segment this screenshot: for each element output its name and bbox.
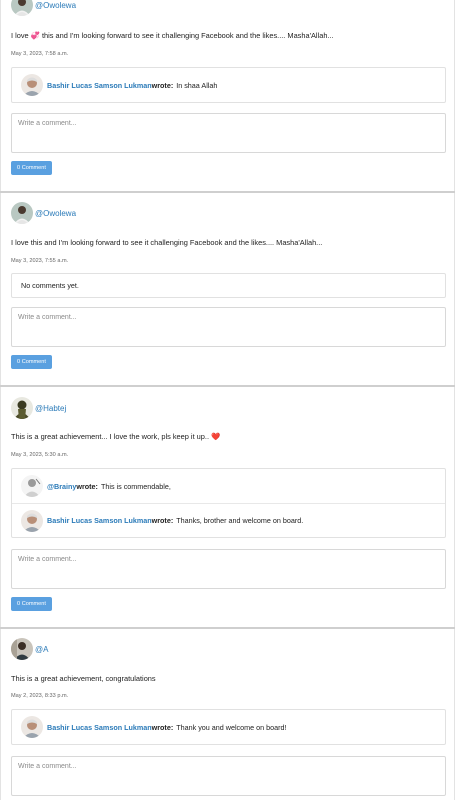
user-avatar[interactable] <box>11 0 33 16</box>
comments-list: Bashir Lucas Samson Lukman wrote: In sha… <box>11 67 446 103</box>
post-card: @Owolewa I love this and I'm looking for… <box>0 193 455 385</box>
comment-input[interactable] <box>11 113 446 153</box>
post-text: I love this and I'm looking forward to s… <box>11 238 323 247</box>
post-timestamp: May 3, 2023, 5:30 a.m. <box>11 452 69 458</box>
commenter-name[interactable]: Bashir Lucas Samson Lukman <box>47 81 152 90</box>
post-text: I love 💞 this and I'm looking forward to… <box>11 31 334 40</box>
comment-item: @Brainy wrote: This is commendable, <box>12 469 445 503</box>
comment-text: Thank you and welcome on board! <box>176 722 287 732</box>
comments-list: No comments yet. <box>11 273 446 298</box>
comment-input[interactable] <box>11 549 446 589</box>
comment-feed: @Owolewa I love 💞 this and I'm looking f… <box>0 0 455 800</box>
comment-item: Bashir Lucas Samson Lukman wrote: Thanks… <box>12 503 445 537</box>
post-author[interactable]: @Owolewa <box>11 0 76 16</box>
comment-input[interactable] <box>11 756 446 796</box>
comments-list: Bashir Lucas Samson Lukman wrote: Thank … <box>11 709 446 745</box>
post-timestamp: May 3, 2023, 7:58 a.m. <box>11 51 69 57</box>
post-timestamp: May 2, 2023, 8:33 p.m. <box>11 693 69 699</box>
commenter-avatar[interactable] <box>21 509 43 532</box>
wrote-label: wrote: <box>151 722 174 732</box>
comment-text: This is commendable, <box>100 481 171 491</box>
author-handle[interactable]: @Habtej <box>35 404 66 413</box>
post-text: This is a great achievement, congratulat… <box>11 674 156 683</box>
commenter-avatar[interactable] <box>21 74 43 96</box>
comment-item: Bashir Lucas Samson Lukman wrote: In sha… <box>12 68 445 102</box>
post-card: @A This is a great achievement, congratu… <box>0 629 455 800</box>
wrote-label: wrote: <box>151 80 174 90</box>
user-avatar[interactable] <box>11 397 33 419</box>
no-comments-text: No comments yet. <box>21 281 79 290</box>
post-author[interactable]: @Owolewa <box>11 202 76 224</box>
commenter-name[interactable]: Bashir Lucas Samson Lukman <box>47 723 152 732</box>
post-author[interactable]: @Habtej <box>11 397 66 419</box>
wrote-label: wrote: <box>151 516 174 525</box>
post-card: @Habtej This is a great achievement... I… <box>0 387 455 627</box>
author-handle[interactable]: @Owolewa <box>35 209 76 218</box>
commenter-name[interactable]: Bashir Lucas Samson Lukman <box>47 516 152 525</box>
comment-text: Thanks, brother and welcome on board. <box>176 516 304 525</box>
post-author[interactable]: @A <box>11 638 48 660</box>
comment-text: In shaa Allah <box>176 80 218 90</box>
comment-button[interactable]: 0 Comment <box>11 161 52 175</box>
author-handle[interactable]: @Owolewa <box>35 1 76 10</box>
wrote-label: wrote: <box>76 481 98 491</box>
comment-input[interactable] <box>11 307 446 347</box>
commenter-avatar[interactable] <box>21 475 43 497</box>
user-avatar[interactable] <box>11 202 33 224</box>
post-text: This is a great achievement... I love th… <box>11 432 221 441</box>
comments-list: @Brainy wrote: This is commendable, Bash… <box>11 468 446 538</box>
post-card: @Owolewa I love 💞 this and I'm looking f… <box>0 0 455 191</box>
commenter-name[interactable]: @Brainy <box>47 482 76 491</box>
post-timestamp: May 3, 2023, 7:55 a.m. <box>11 258 69 264</box>
author-handle[interactable]: @A <box>35 645 48 654</box>
comment-button[interactable]: 0 Comment <box>11 355 52 369</box>
user-avatar[interactable] <box>11 638 33 660</box>
commenter-avatar[interactable] <box>21 716 43 738</box>
comment-button[interactable]: 0 Comment <box>11 597 52 611</box>
comment-item: Bashir Lucas Samson Lukman wrote: Thank … <box>12 710 445 744</box>
